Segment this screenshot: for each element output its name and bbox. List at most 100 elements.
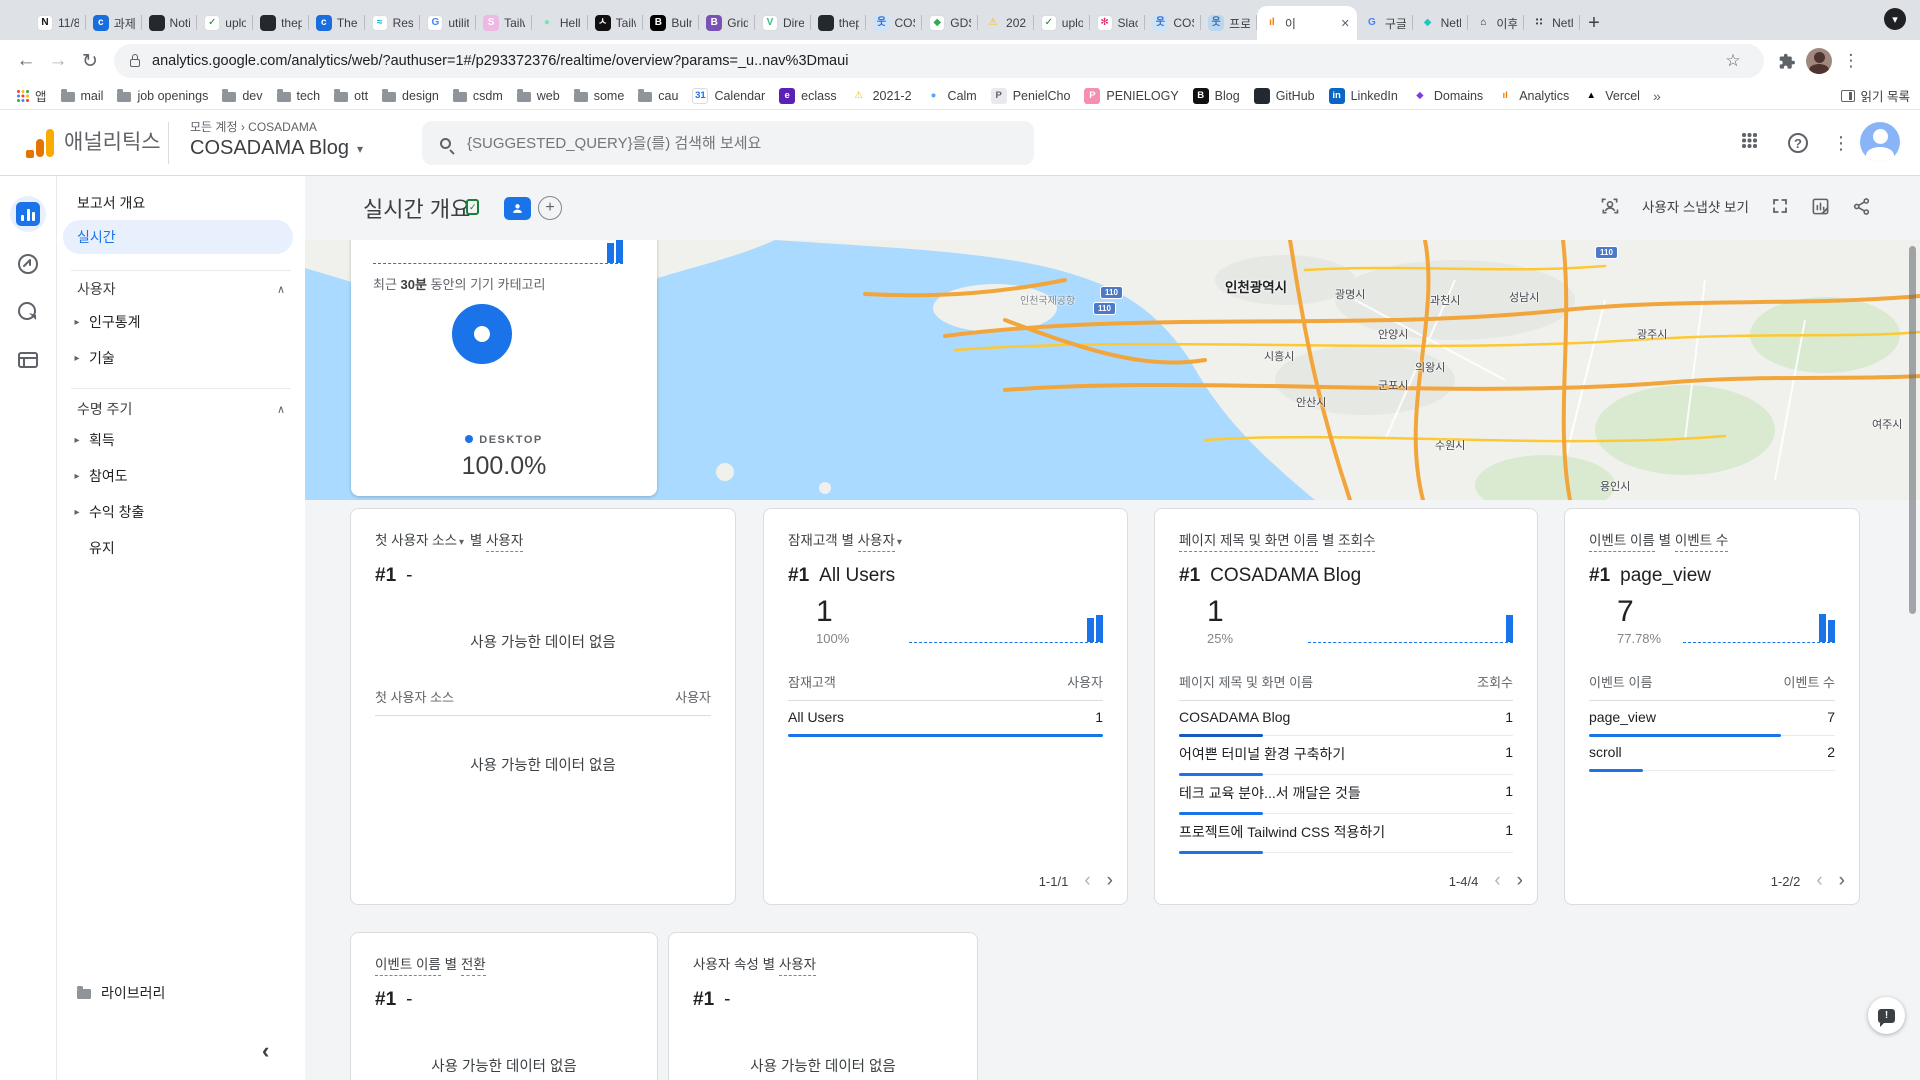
next-page-icon[interactable]: › [1107, 870, 1113, 892]
bookmark-item[interactable]: ıl Analytics [1490, 85, 1576, 107]
browser-tab[interactable]: ≈ Resp [365, 6, 421, 40]
browser-tab[interactable]: ⌂ 이후 [1468, 6, 1524, 40]
sidebar-item-realtime[interactable]: 실시간 [63, 220, 293, 254]
bookmark-item[interactable]: tech [270, 85, 328, 107]
browser-tab[interactable]: 웃 COS [866, 6, 923, 40]
bookmark-item[interactable]: P PenielCho [984, 85, 1078, 107]
apps-shortcut[interactable]: 앱 [10, 85, 54, 107]
browser-tab[interactable]: ㅅ Tailw [588, 6, 644, 40]
browser-tab[interactable]: S Tailw [476, 6, 532, 40]
bookmark-item[interactable]: web [510, 85, 567, 107]
bookmark-item[interactable]: design [375, 85, 446, 107]
sidebar-item-acquisition[interactable]: ▸ 획득 [57, 422, 305, 458]
bookmark-item[interactable]: csdm [446, 85, 510, 107]
bookmark-star-icon[interactable]: ☆ [1718, 46, 1748, 76]
bookmark-item[interactable]: cau [631, 85, 685, 107]
browser-tab[interactable]: ✓ uplo [1034, 6, 1090, 40]
back-button[interactable]: ← [10, 45, 42, 77]
add-comparison-button[interactable]: + [538, 196, 562, 220]
search-bar[interactable] [422, 121, 1034, 165]
nav-configure-icon[interactable] [10, 342, 46, 378]
tab-search-button[interactable]: ▾ [1884, 8, 1906, 30]
browser-tab[interactable]: Notif [142, 6, 198, 40]
share-icon[interactable] [1852, 197, 1871, 216]
browser-tab[interactable]: G 구글 [1357, 6, 1413, 40]
analytics-logo-icon[interactable] [26, 128, 56, 158]
sidebar-item-overview[interactable]: 보고서 개요 [57, 186, 305, 220]
sidebar-section-lifecycle[interactable]: 수명 주기 ∧ [57, 392, 305, 426]
sidebar-item-monetization[interactable]: ▸ 수익 창출 [57, 494, 305, 530]
sidebar-item-demographics[interactable]: ▸ 인구통계 [57, 304, 305, 340]
browser-tab[interactable]: B Grid [699, 6, 755, 40]
card-title[interactable]: 이벤트 이름 별 이벤트 수 [1589, 529, 1835, 552]
forward-button[interactable]: → [42, 45, 74, 77]
sidebar-section-users[interactable]: 사용자 ∧ [57, 272, 305, 306]
prev-page-icon[interactable]: ‹ [1084, 870, 1090, 892]
card-title[interactable]: 잠재고객 별 사용자 ▾ [788, 529, 1103, 552]
data-quality-icon[interactable] [466, 199, 479, 215]
feedback-button[interactable]: ! [1868, 997, 1905, 1034]
browser-tab[interactable]: ✻ Slac [1090, 6, 1146, 40]
sidebar-item-library[interactable]: 라이브러리 [57, 976, 305, 1010]
header-menu-icon[interactable]: ⋮ [1830, 132, 1852, 154]
customize-report-icon[interactable] [1811, 197, 1830, 216]
reload-button[interactable]: ↻ [74, 45, 106, 77]
browser-tab[interactable]: G utilit [420, 6, 476, 40]
nav-advertising-icon[interactable] [10, 294, 46, 330]
browser-tab[interactable]: ✓ uplo [197, 6, 253, 40]
user-snapshot-label[interactable]: 사용자 스냅샷 보기 [1642, 196, 1749, 216]
browser-tab[interactable]: B Bulm [643, 6, 699, 40]
tab-close-icon[interactable]: ✕ [1341, 17, 1350, 30]
app-switcher-icon[interactable] [1742, 133, 1756, 147]
bookmark-item[interactable]: GitHub [1247, 85, 1322, 107]
bookmark-item[interactable]: P PENIELOGY [1077, 85, 1185, 107]
browser-tab[interactable]: thep [811, 6, 867, 40]
next-page-icon[interactable]: › [1517, 870, 1523, 892]
bookmarks-overflow-icon[interactable]: » [1647, 88, 1667, 104]
fullscreen-icon[interactable] [1771, 197, 1789, 215]
new-tab-button[interactable]: + [1580, 9, 1608, 37]
help-icon[interactable]: ? [1788, 133, 1808, 153]
browser-tab[interactable]: 웃 프로젝 [1201, 6, 1257, 40]
bookmark-item[interactable]: 31 Calendar [685, 85, 772, 107]
extensions-puzzle-icon[interactable] [1772, 46, 1802, 76]
browser-menu-icon[interactable]: ⋮ [1836, 46, 1866, 76]
browser-tab[interactable]: ● Hell [532, 6, 588, 40]
bookmark-item[interactable]: ● Calm [919, 85, 984, 107]
browser-tab[interactable]: ⚠ 2021 [978, 6, 1034, 40]
prev-page-icon[interactable]: ‹ [1816, 870, 1822, 892]
browser-tab[interactable]: c 과제: [86, 6, 142, 40]
nav-explore-icon[interactable] [10, 246, 46, 282]
account-avatar[interactable] [1860, 122, 1900, 162]
browser-tab[interactable]: ıl 이 ✕ [1256, 6, 1357, 40]
bookmark-item[interactable]: ▲ Vercel [1576, 85, 1647, 107]
browser-tab[interactable]: 웃 COS [1145, 6, 1201, 40]
bookmark-item[interactable]: ⚠ 2021-2 [844, 85, 919, 107]
browser-tab[interactable]: c The [309, 6, 365, 40]
realtime-map[interactable]: 인천광역시 인천국제공항 광명시 과천시 안양시 성남시 광주시 시흥시 의왕시 군포시 안산시 수원… [305, 240, 1920, 500]
url-input[interactable] [150, 52, 1708, 70]
bookmark-item[interactable]: job openings [110, 85, 215, 107]
account-switcher[interactable]: 모든 계정 › COSADAMA COSADAMA Blog ▾ [190, 118, 363, 160]
next-page-icon[interactable]: › [1839, 870, 1845, 892]
card-title[interactable]: 사용자 속성 별 사용자 [693, 953, 953, 976]
browser-tab[interactable]: ∷ Netl [1524, 6, 1580, 40]
profile-avatar[interactable] [1806, 48, 1832, 74]
card-title[interactable]: 페이지 제목 및 화면 이름 별 조회수 [1179, 529, 1513, 552]
nav-reports-icon[interactable] [10, 196, 46, 232]
sidebar-item-engagement[interactable]: ▸ 참여도 [57, 458, 305, 494]
bookmark-item[interactable]: B Blog [1186, 85, 1247, 107]
bookmark-item[interactable]: dev [215, 85, 269, 107]
address-bar[interactable]: ☆ [114, 44, 1764, 78]
vertical-scrollbar[interactable] [1909, 246, 1916, 614]
comparison-chip[interactable] [504, 197, 531, 220]
card-title[interactable]: 첫 사용자 소스 ▾ 별 사용자 [375, 529, 711, 552]
browser-tab[interactable]: V Dire [755, 6, 811, 40]
reading-list-button[interactable]: 읽기 목록 [1840, 86, 1910, 105]
bookmark-item[interactable]: e eclass [772, 85, 843, 107]
bookmark-item[interactable]: ott [327, 85, 375, 107]
prev-page-icon[interactable]: ‹ [1494, 870, 1500, 892]
card-title[interactable]: 이벤트 이름 별 전환 [375, 953, 633, 976]
bookmark-item[interactable]: mail [54, 85, 111, 107]
bookmark-item[interactable]: some [567, 85, 632, 107]
